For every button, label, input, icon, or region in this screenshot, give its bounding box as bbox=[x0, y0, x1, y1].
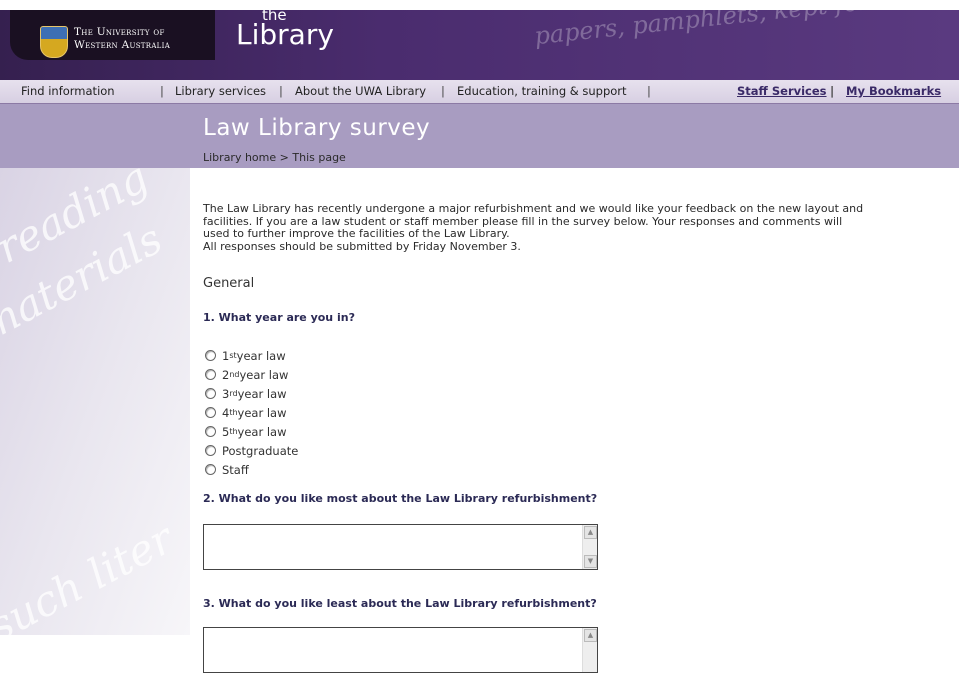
left-watermark-panel: reading materials such liter bbox=[0, 168, 190, 635]
nav-separator: | bbox=[647, 84, 651, 98]
main-nav: Find information | Library services | Ab… bbox=[0, 80, 959, 104]
breadcrumb: Library home > This page bbox=[203, 151, 346, 164]
scroll-up-icon[interactable]: ▲ bbox=[584, 629, 597, 642]
radio-button[interactable] bbox=[205, 369, 216, 380]
option-3rd-year[interactable]: 3rd year law bbox=[205, 384, 298, 403]
nav-library-services[interactable]: Library services bbox=[175, 80, 266, 103]
nav-separator: | bbox=[830, 84, 835, 98]
section-heading: General bbox=[203, 276, 255, 291]
scrollbar[interactable]: ▲ ▼ bbox=[582, 525, 597, 569]
radio-button[interactable] bbox=[205, 350, 216, 361]
option-2nd-year[interactable]: 2nd year law bbox=[205, 365, 298, 384]
university-logo-block[interactable]: The University of Western Australia bbox=[10, 10, 215, 60]
radio-button[interactable] bbox=[205, 445, 216, 456]
breadcrumb-current: This page bbox=[292, 151, 346, 164]
nav-staff-services[interactable]: Staff Services bbox=[737, 80, 827, 103]
option-staff[interactable]: Staff bbox=[205, 460, 298, 479]
option-postgraduate[interactable]: Postgraduate bbox=[205, 441, 298, 460]
nav-separator: | bbox=[160, 84, 164, 98]
intro-text: The Law Library has recently undergone a… bbox=[203, 202, 864, 253]
radio-button[interactable] bbox=[205, 388, 216, 399]
nav-my-bookmarks[interactable]: My Bookmarks bbox=[846, 80, 941, 103]
nav-find-information[interactable]: Find information bbox=[21, 80, 115, 103]
nav-separator: | bbox=[441, 84, 445, 98]
radio-button[interactable] bbox=[205, 426, 216, 437]
question-1: 1. What year are you in? bbox=[203, 311, 355, 324]
option-1st-year[interactable]: 1st year law bbox=[205, 346, 298, 365]
radio-button[interactable] bbox=[205, 464, 216, 475]
question-3: 3. What do you like least about the Law … bbox=[203, 597, 597, 610]
answer-3-textarea[interactable]: ▲ bbox=[203, 627, 598, 673]
crest-icon bbox=[40, 26, 68, 58]
nav-separator: | bbox=[279, 84, 283, 98]
question-2: 2. What do you like most about the Law L… bbox=[203, 492, 598, 505]
scroll-up-icon[interactable]: ▲ bbox=[584, 526, 597, 539]
year-radio-group: 1st year law 2nd year law 3rd year law 4… bbox=[205, 346, 298, 479]
breadcrumb-home[interactable]: Library home bbox=[203, 151, 276, 164]
university-name: The University of Western Australia bbox=[74, 26, 171, 51]
watermark-text: such liter bbox=[0, 513, 181, 635]
radio-button[interactable] bbox=[205, 407, 216, 418]
option-5th-year[interactable]: 5th year law bbox=[205, 422, 298, 441]
breadcrumb-separator: > bbox=[279, 151, 289, 164]
answer-2-textarea[interactable]: ▲ ▼ bbox=[203, 524, 598, 570]
title-band bbox=[0, 104, 959, 168]
library-logo[interactable]: Library bbox=[236, 20, 334, 50]
nav-about-library[interactable]: About the UWA Library bbox=[295, 80, 426, 103]
scroll-down-icon[interactable]: ▼ bbox=[584, 555, 597, 568]
nav-education-training[interactable]: Education, training & support bbox=[457, 80, 627, 103]
page-title: Law Library survey bbox=[203, 115, 431, 141]
option-4th-year[interactable]: 4th year law bbox=[205, 403, 298, 422]
